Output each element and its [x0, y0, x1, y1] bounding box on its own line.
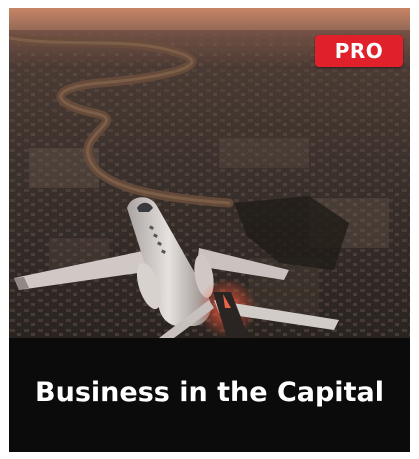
mission-card[interactable]: PRO Business in the Capital: [9, 8, 410, 452]
mission-thumbnail: PRO: [9, 8, 410, 338]
pro-badge: PRO: [315, 35, 403, 67]
mission-caption: Business in the Capital: [9, 338, 410, 452]
mission-title: Business in the Capital: [35, 377, 384, 408]
